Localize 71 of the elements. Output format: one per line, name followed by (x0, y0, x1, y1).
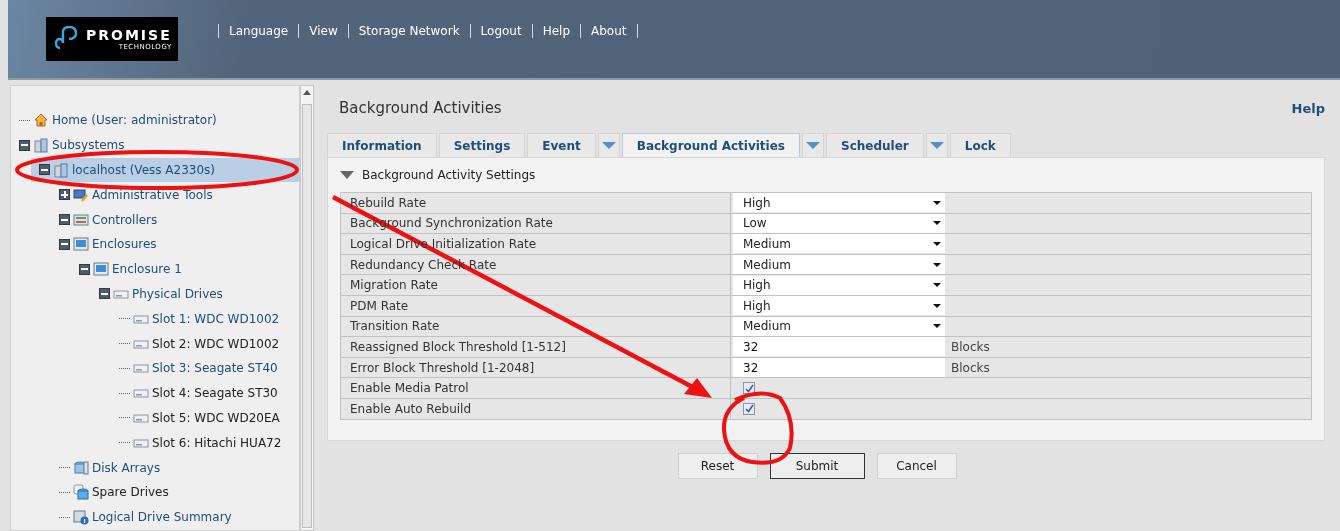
checkbox[interactable] (743, 382, 755, 395)
summary-icon (73, 509, 89, 526)
expand-icon[interactable] (59, 189, 70, 201)
tree-item[interactable]: Physical Drives (99, 281, 299, 307)
page-title: Background Activities (339, 99, 502, 117)
tab[interactable]: Information (327, 133, 437, 157)
collapse-icon[interactable] (59, 214, 70, 226)
tree-item[interactable]: Enclosure 1 (79, 256, 299, 282)
section-title: Background Activity Settings (362, 168, 536, 182)
collapse-icon[interactable] (79, 263, 90, 275)
form-button[interactable]: Cancel (876, 453, 957, 479)
dropdown-icon[interactable] (925, 133, 948, 157)
nav-link[interactable]: Help (531, 24, 581, 38)
dropdown-icon[interactable] (597, 133, 620, 157)
enclosure-icon (73, 236, 89, 253)
tab[interactable]: Scheduler (826, 133, 924, 157)
tree-item[interactable]: Administrative Tools (59, 182, 299, 208)
rate-dropdown[interactable]: High (733, 296, 945, 316)
tree-item[interactable]: localhost (Vess A2330s) (31, 157, 299, 183)
collapse-icon[interactable] (340, 171, 354, 179)
host-icon (53, 162, 69, 178)
collapse-icon[interactable] (19, 139, 30, 151)
help-link[interactable]: Help (1291, 100, 1325, 116)
tree-item[interactable]: Logical Drive Summary (59, 504, 299, 530)
tree-item[interactable]: Enclosures (59, 232, 299, 257)
tree-item[interactable]: Slot 1: WDC WD1002 (119, 306, 299, 332)
enclosure-icon (93, 261, 109, 278)
controllers-icon (73, 211, 89, 228)
setting-label: Rebuild Rate (340, 192, 731, 214)
tree-item[interactable]: Slot 4: Seagate ST30 (119, 380, 299, 406)
collapse-icon[interactable] (39, 164, 50, 176)
tree-item[interactable]: Disk Arrays (59, 455, 299, 480)
tree-item[interactable]: Spare Drives (59, 479, 299, 505)
tree-item[interactable]: Slot 3: Seagate ST40 (119, 355, 299, 381)
rate-dropdown[interactable]: High (733, 193, 945, 213)
form-button[interactable]: Reset (677, 453, 758, 479)
tree-item[interactable]: Slot 2: WDC WD1002 (119, 331, 299, 356)
rate-dropdown[interactable]: High (733, 275, 945, 295)
array-icon (73, 459, 89, 476)
nav-link[interactable]: Logout (469, 24, 532, 38)
nav-link[interactable]: View (298, 24, 348, 38)
setting-label: Transition Rate (340, 316, 731, 337)
subsystems-icon (33, 137, 49, 154)
setting-label: PDM Rate (340, 295, 731, 317)
tree-item[interactable]: Slot 5: WDC WD20EA (119, 405, 299, 431)
tab[interactable]: Settings (438, 133, 526, 157)
nav-link[interactable]: Language (218, 24, 299, 38)
setting-label: Migration Rate (340, 274, 731, 296)
tools-icon (73, 186, 89, 203)
tree-item[interactable]: Controllers (59, 207, 299, 232)
collapse-icon[interactable] (99, 288, 110, 300)
tree-item[interactable]: Subsystems (19, 132, 299, 158)
collapse-icon[interactable] (59, 238, 70, 250)
nav-link[interactable]: Storage Network (347, 24, 470, 38)
tab[interactable]: Background Activities (621, 133, 800, 157)
rate-dropdown[interactable]: Medium (733, 255, 945, 275)
home-icon (33, 112, 49, 129)
checkbox[interactable] (743, 402, 755, 415)
tab[interactable]: Lock (949, 133, 1011, 157)
setting-label: Error Block Threshold [1-2048] (340, 357, 731, 378)
tree-item[interactable]: Home (User: administrator) (19, 108, 299, 133)
setting-label: Enable Auto Rebuild (340, 398, 731, 420)
rate-dropdown[interactable]: Medium (733, 234, 945, 254)
dropdown-icon[interactable] (802, 133, 824, 157)
nav-link[interactable]: About (580, 24, 637, 38)
form-button[interactable]: Submit (769, 453, 865, 479)
spare-icon (73, 484, 89, 501)
tab[interactable]: Event (527, 133, 596, 157)
scrollbar[interactable] (300, 85, 314, 531)
tree-item[interactable]: Slot 6: Hitachi HUA72 (119, 430, 299, 456)
setting-label: Reassigned Block Threshold [1-512] (340, 336, 731, 358)
